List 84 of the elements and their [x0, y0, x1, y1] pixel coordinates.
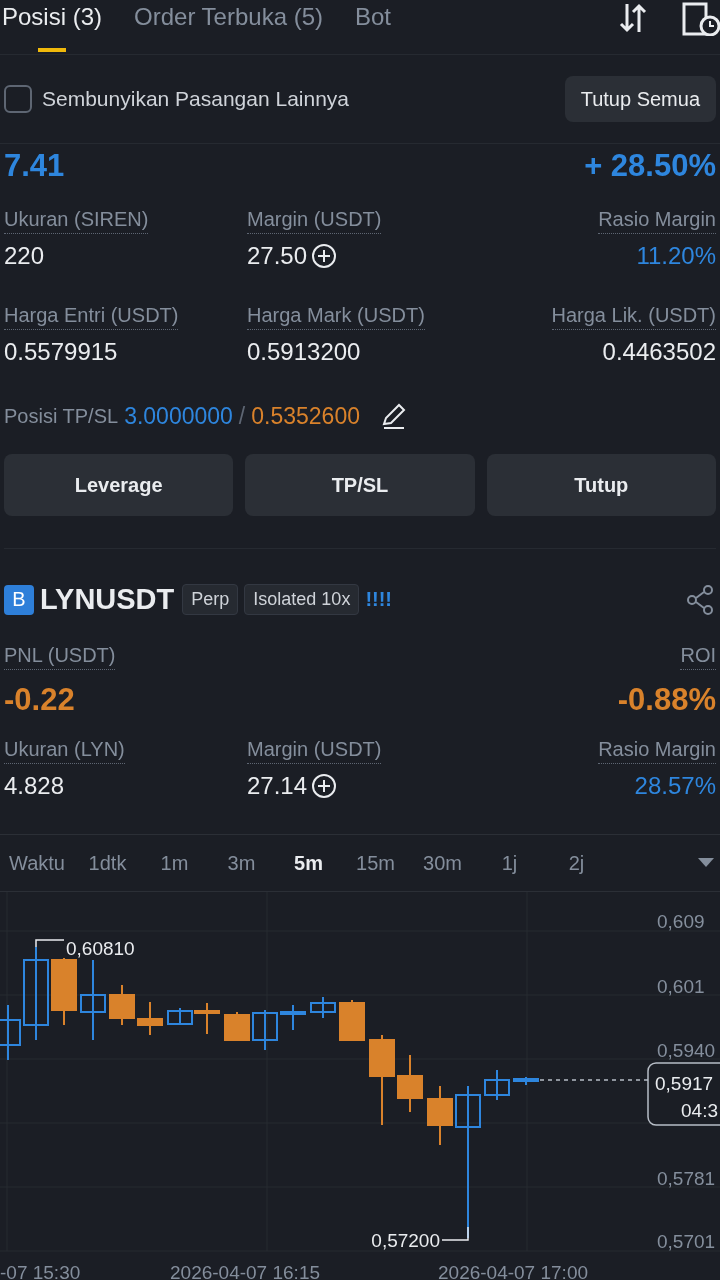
candle	[51, 957, 77, 1026]
candle	[252, 1009, 278, 1051]
field-value: 4.828	[4, 772, 65, 800]
candle	[109, 984, 135, 1026]
field-label: Margin (USDT)	[247, 738, 382, 764]
candle	[280, 1004, 306, 1031]
field-value: 0.4463502	[602, 338, 716, 366]
price-axis-label: 0,5940	[657, 1040, 716, 1061]
pnl-value: -0.22	[4, 682, 75, 718]
candle	[310, 996, 336, 1019]
hide-others-checkbox[interactable]: Sembunyikan Pasangan Lainnya	[0, 84, 356, 114]
current-price: 0,5917	[655, 1073, 714, 1094]
price-axis-label: 0,609	[657, 911, 705, 932]
timeframe-tab[interactable]: 30m	[409, 851, 476, 875]
candle	[484, 1069, 510, 1101]
field-label: Harga Lik. (USDT)	[551, 304, 716, 330]
time-axis-label: -07 15:30	[0, 1262, 81, 1280]
field-value: 28.57%	[634, 772, 716, 800]
leader-line	[441, 1226, 469, 1241]
pnl-label: PNL (USDT)	[4, 644, 116, 670]
candle	[339, 999, 365, 1041]
caret-icon[interactable]	[698, 858, 714, 868]
edit-icon[interactable]	[380, 402, 408, 430]
leader-line	[35, 939, 65, 948]
countdown: 04:3	[681, 1100, 718, 1121]
timeframe-tab[interactable]: 1m	[141, 851, 208, 875]
add-circle-icon[interactable]	[311, 773, 338, 799]
candle	[137, 1001, 163, 1036]
field-label: Ukuran (SIREN)	[4, 208, 149, 234]
timeframe-tab[interactable]: Waktu	[0, 851, 74, 875]
history-icon[interactable]	[682, 2, 720, 36]
candle	[0, 1004, 21, 1061]
low-label: 0,57200	[371, 1230, 440, 1251]
action-button[interactable]: Tutup	[486, 454, 716, 516]
tab[interactable]: Bot	[355, 0, 392, 54]
stop-loss-value: 0.5352600	[251, 402, 360, 430]
candle	[513, 1076, 539, 1086]
field-label: Margin (USDT)	[247, 208, 382, 234]
pnl-value: 7.41	[4, 148, 65, 184]
tag: Isolated 10x	[244, 584, 360, 615]
field-label: Harga Entri (USDT)	[4, 304, 179, 330]
field-value: 27.50	[247, 242, 308, 270]
timeframe-tab[interactable]: 15m	[342, 851, 409, 875]
field-label: Harga Mark (USDT)	[247, 304, 425, 330]
field-value: 0.5913200	[247, 338, 361, 366]
field-label: Rasio Margin	[598, 738, 716, 764]
action-button[interactable]: TP/SL	[245, 454, 475, 516]
roi-value: + 28.50%	[584, 148, 716, 184]
candle	[427, 1085, 453, 1146]
candle	[224, 1011, 250, 1041]
tab[interactable]: Posisi (3)	[2, 0, 103, 54]
action-button[interactable]: Leverage	[4, 454, 234, 516]
timeframe-tab[interactable]: 3m	[208, 851, 275, 875]
tag: Perp	[182, 584, 239, 615]
field-label: Ukuran (LYN)	[4, 738, 125, 764]
time-axis-label: 2026-04-07 16:15	[170, 1262, 320, 1280]
signal-mark: !!!!	[365, 588, 393, 611]
price-axis-label: 0,5781	[657, 1168, 716, 1189]
candle	[397, 1054, 423, 1113]
timeframe-tab[interactable]: 1j	[476, 851, 543, 875]
high-label: 0,60810	[66, 938, 135, 959]
roi-value: -0.88%	[617, 682, 716, 718]
exchange-badge: B	[4, 584, 34, 615]
timeframe-tab[interactable]: 2j	[543, 851, 610, 875]
time-axis-label: 2026-04-07 17:00	[438, 1262, 588, 1280]
field-value: 11.20%	[636, 242, 716, 270]
field-value: 27.14	[247, 772, 308, 800]
add-circle-icon[interactable]	[311, 243, 338, 269]
share-icon[interactable]	[686, 584, 714, 615]
sort-icon[interactable]	[618, 2, 648, 34]
tab[interactable]: Order Terbuka (5)	[134, 0, 323, 54]
take-profit-value: 3.0000000	[124, 402, 233, 430]
close-all-button[interactable]: Tutup Semua	[564, 76, 716, 122]
price-axis-label: 0,601	[657, 976, 705, 997]
timeframe-tab[interactable]: 5m	[275, 851, 342, 875]
timeframe-tab[interactable]: 1dtk	[74, 851, 141, 875]
symbol: LYNUSDT	[40, 583, 175, 616]
price-axis-label: 0,5701	[657, 1231, 716, 1252]
field-value: 220	[4, 242, 45, 270]
tpsl-label: Posisi TP/SL	[4, 404, 119, 428]
field-value: 0.5579915	[4, 338, 118, 366]
roi-label: ROI	[680, 644, 716, 670]
field-label: Rasio Margin	[598, 208, 716, 234]
separator: /	[238, 402, 246, 430]
